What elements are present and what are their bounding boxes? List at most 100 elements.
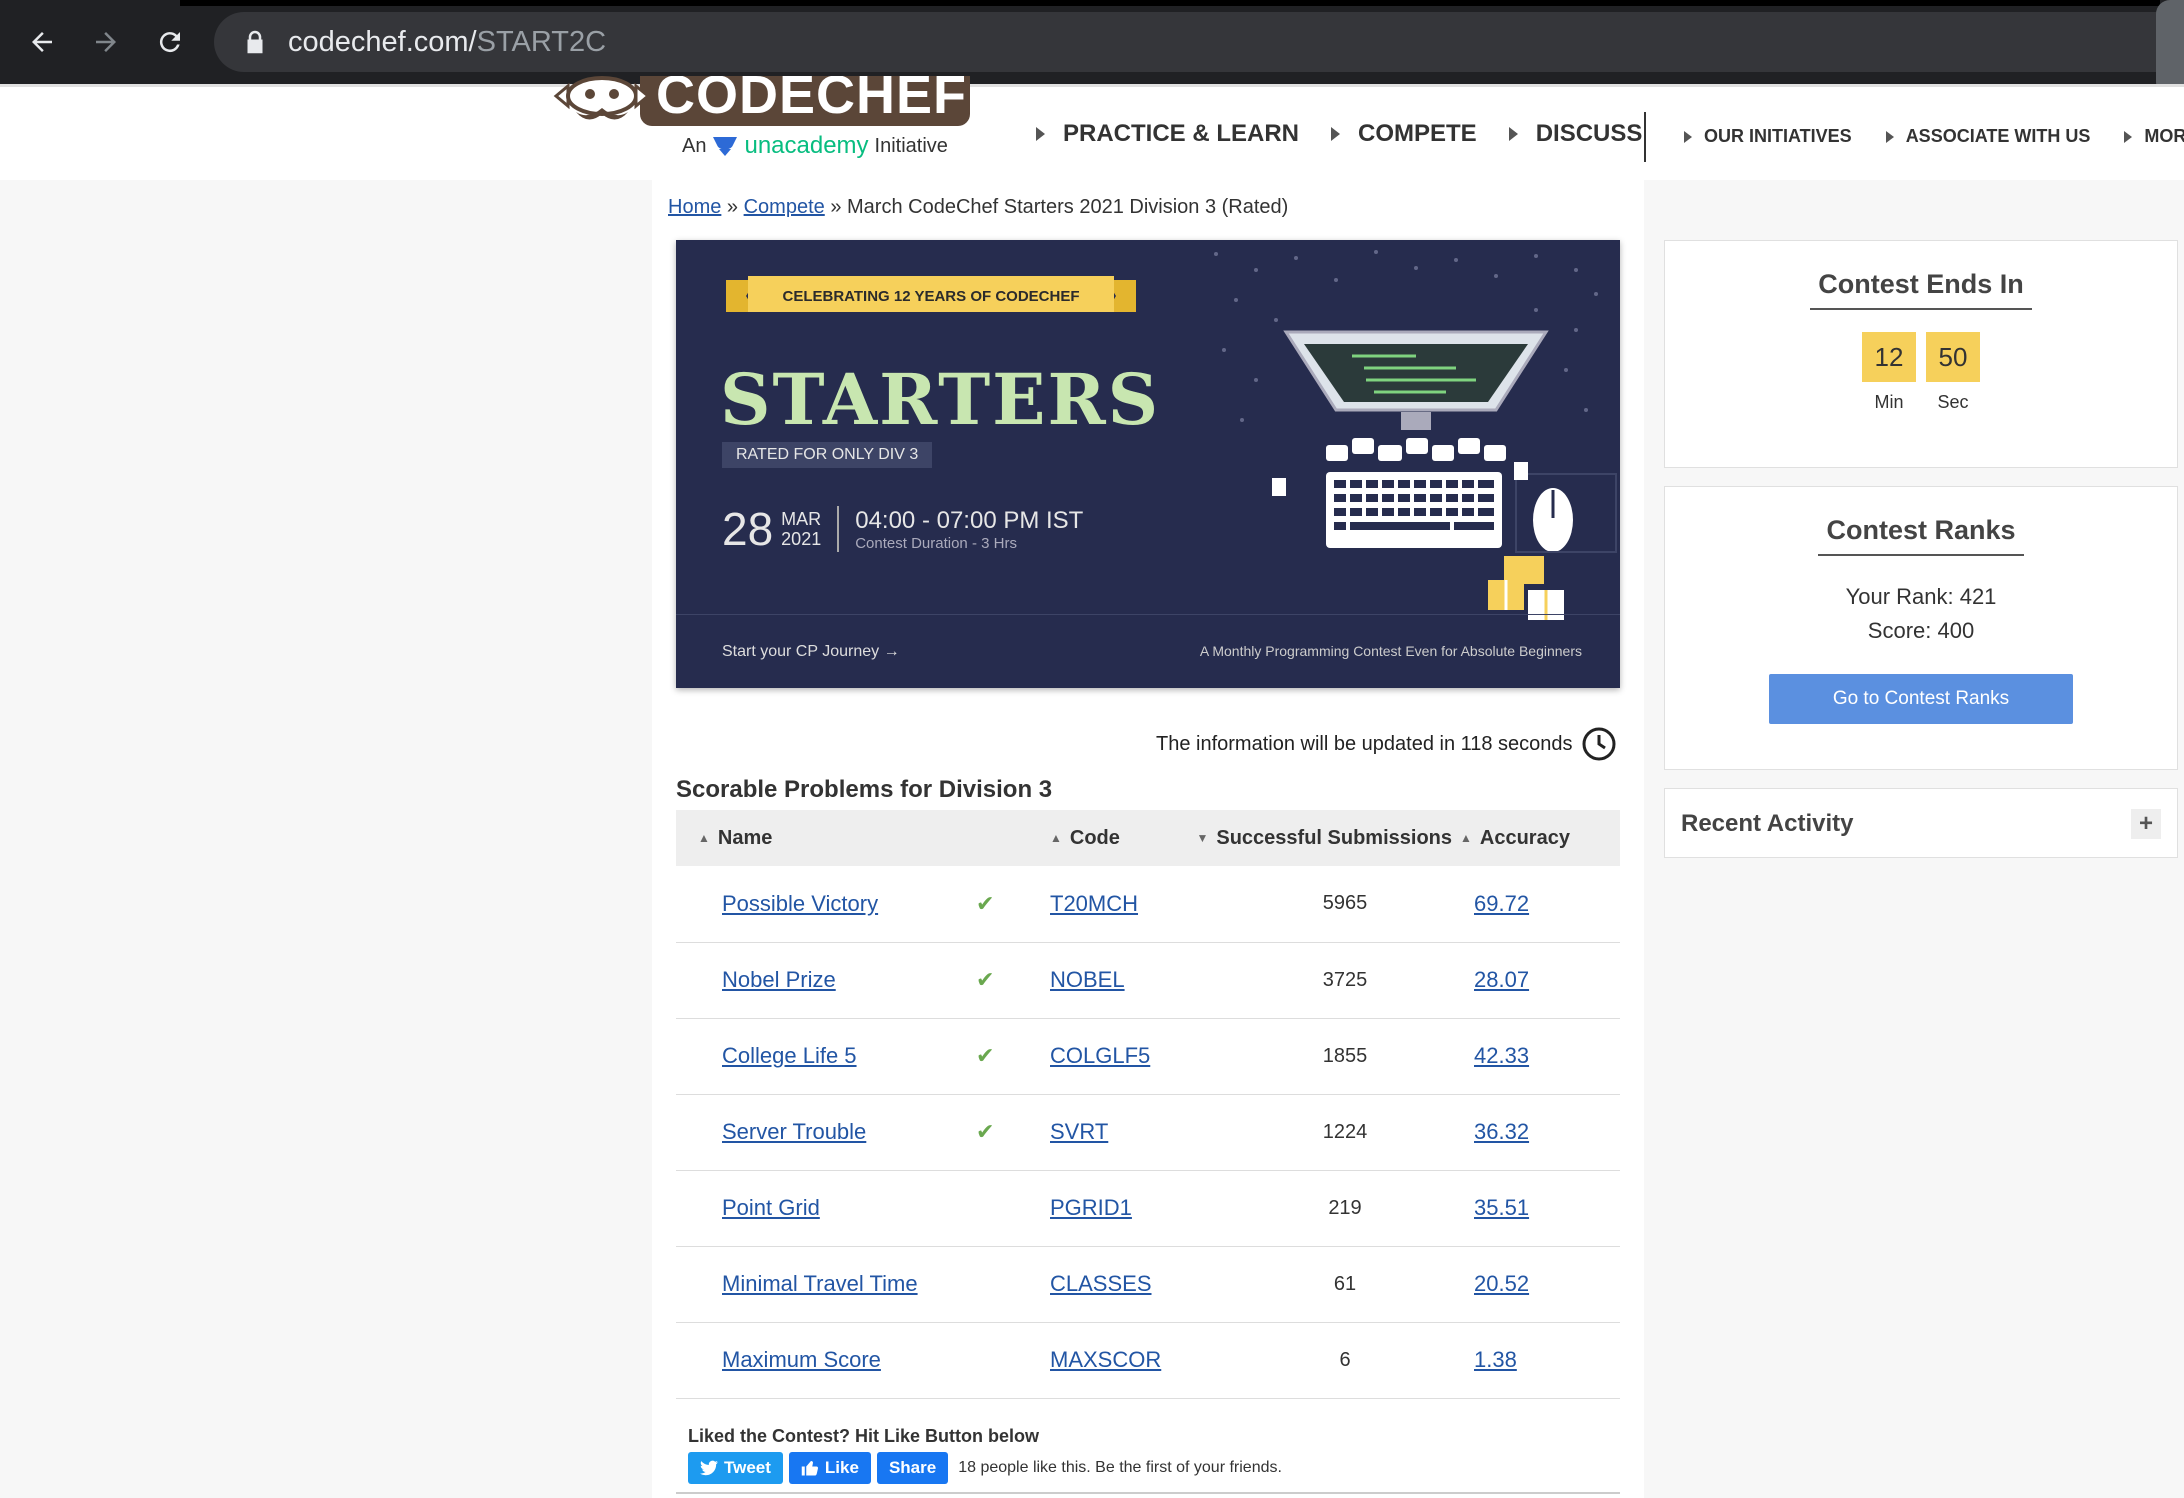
caret-right-icon: [2124, 130, 2133, 143]
accuracy-link[interactable]: 20.52: [1474, 1271, 1529, 1296]
solved-cell: [976, 1322, 1050, 1399]
logo-tagline: An unacademy Initiative: [682, 132, 948, 160]
nav-label: DISCUSS: [1535, 120, 1643, 147]
banner-day: 28: [722, 503, 774, 555]
go-to-contest-ranks-button[interactable]: Go to Contest Ranks: [1769, 674, 2073, 724]
problem-name-link[interactable]: Point Grid: [722, 1195, 820, 1220]
back-button[interactable]: [18, 18, 66, 66]
caret-right-icon: [1508, 127, 1518, 141]
problem-code-link[interactable]: CLASSES: [1050, 1271, 1152, 1296]
accuracy-link[interactable]: 28.07: [1474, 967, 1529, 992]
accuracy-link[interactable]: 42.33: [1474, 1043, 1529, 1068]
nav-more[interactable]: MORE: [2124, 126, 2184, 147]
accuracy-link[interactable]: 35.51: [1474, 1195, 1529, 1220]
seconds-label: Sec: [1937, 392, 1969, 412]
problem-name-link[interactable]: Minimal Travel Time: [722, 1271, 918, 1296]
accuracy-cell: 42.33: [1460, 1018, 1620, 1095]
nav-our-initiatives[interactable]: OUR INITIATIVES: [1684, 126, 1852, 147]
problem-name-cell: Maximum Score: [676, 1322, 976, 1399]
main-nav: PRACTICE & LEARN COMPETE DISCUSS: [1036, 120, 1674, 148]
breadcrumb-separator: »: [830, 196, 842, 218]
banner-ribbon-text: CELEBRATING 12 YEARS OF CODECHEF: [782, 287, 1080, 305]
checkmark-icon: ✔: [976, 890, 995, 916]
col-accuracy-header[interactable]: ▲︎ Accuracy: [1460, 810, 1620, 866]
accuracy-link[interactable]: 1.38: [1474, 1347, 1517, 1372]
problem-name-link[interactable]: Maximum Score: [722, 1347, 881, 1372]
breadcrumb-current: March CodeChef Starters 2021 Division 3 …: [847, 196, 1289, 218]
caret-right-icon: [1331, 127, 1341, 141]
breadcrumb-compete-link[interactable]: Compete: [744, 196, 825, 218]
problem-name-link[interactable]: College Life 5: [722, 1043, 857, 1068]
recent-activity-title: Recent Activity: [1681, 810, 1854, 837]
col-name-header[interactable]: ▲︎ Name: [676, 810, 976, 866]
sort-icon: ▲︎: [1050, 831, 1062, 846]
problem-name-cell: Server Trouble: [676, 1094, 976, 1171]
caret-right-icon: [1684, 130, 1692, 143]
twitter-bird-icon: [700, 1460, 718, 1476]
banner-tagline: A Monthly Programming Contest Even for A…: [1199, 643, 1582, 659]
nav-label: MORE: [2144, 126, 2184, 146]
contest-banner[interactable]: CELEBRATING 12 YEARS OF CODECHEF STARTER…: [676, 240, 1620, 688]
table-row: College Life 5 ✔ COLGLF5 1855 42.33: [676, 1018, 1620, 1095]
update-notice: The information will be updated in 118 s…: [1156, 726, 1617, 762]
solved-cell: ✔: [976, 942, 1050, 1019]
problem-name-link[interactable]: Server Trouble: [722, 1119, 866, 1144]
problem-code-link[interactable]: SVRT: [1050, 1119, 1108, 1144]
contest-timer-card: Contest Ends In 12 Min 50 Sec: [1664, 240, 2178, 468]
address-bar[interactable]: codechef.com/START2C: [214, 12, 2184, 72]
tweet-button[interactable]: Tweet: [688, 1452, 783, 1484]
header-label: Successful Submissions: [1216, 826, 1452, 849]
banner-journey-link[interactable]: Start your CP Journey →: [722, 643, 900, 661]
solved-cell: ✔: [976, 1094, 1050, 1171]
title-underline: [1818, 554, 2024, 556]
url-text: codechef.com/START2C: [288, 26, 606, 59]
col-submissions-header[interactable]: ▼ Successful Submissions: [1170, 810, 1460, 866]
share-label: Share: [888, 1458, 937, 1477]
nav-practice-learn[interactable]: PRACTICE & LEARN: [1036, 120, 1299, 148]
seconds-value: 50: [1926, 332, 1980, 382]
forward-button[interactable]: [82, 18, 130, 66]
banner-rated-badge: RATED FOR ONLY DIV 3: [722, 442, 933, 468]
profile-handle[interactable]: [2156, 0, 2184, 96]
problem-code-cell: T20MCH: [1050, 866, 1170, 943]
col-code-header[interactable]: ▲︎ Code: [1050, 810, 1170, 866]
checkmark-icon: ✔: [976, 1043, 995, 1068]
submissions-cell: 1224: [1170, 1094, 1460, 1171]
recent-activity-header[interactable]: Recent Activity +: [1665, 789, 2177, 859]
header-label: Name: [717, 826, 773, 849]
accuracy-link[interactable]: 36.32: [1474, 1119, 1529, 1144]
problems-table: ▲︎ Name ▲︎ Code ▼ Successful Submissions ▲︎…: [676, 810, 1620, 1399]
timer-minutes: 12 Min: [1862, 332, 1916, 413]
sort-icon: ▲︎: [698, 831, 710, 846]
problem-name-link[interactable]: Possible Victory: [722, 891, 878, 916]
breadcrumb-home-link[interactable]: Home: [668, 196, 721, 218]
col-solved-header: [976, 810, 1050, 866]
submissions-cell: 1855: [1170, 1018, 1460, 1095]
accuracy-link[interactable]: 69.72: [1474, 891, 1529, 916]
problem-code-cell: NOBEL: [1050, 942, 1170, 1019]
problem-code-link[interactable]: COLGLF5: [1050, 1043, 1150, 1068]
facebook-like-button[interactable]: Like: [788, 1452, 871, 1484]
problem-code-link[interactable]: MAXSCOR: [1050, 1347, 1161, 1372]
table-row: Minimal Travel Time CLASSES 61 20.52: [676, 1246, 1620, 1323]
nav-discuss[interactable]: DISCUSS: [1508, 120, 1643, 148]
banner-time-block: 04:00 - 07:00 PM IST Contest Duration - 3…: [855, 507, 1083, 552]
reload-button[interactable]: [146, 18, 194, 66]
expand-plus-icon[interactable]: +: [2131, 809, 2161, 839]
problem-code-link[interactable]: NOBEL: [1050, 967, 1125, 992]
submissions-cell: 5965: [1170, 866, 1460, 943]
table-row: Point Grid PGRID1 219 35.51: [676, 1170, 1620, 1247]
facebook-share-button[interactable]: Share: [876, 1452, 949, 1484]
problem-name-link[interactable]: Nobel Prize: [722, 967, 836, 992]
problem-code-cell: CLASSES: [1050, 1246, 1170, 1323]
codechef-logo[interactable]: CODECHEF An unacademy Initiative: [552, 76, 972, 166]
nav-compete[interactable]: COMPETE: [1331, 120, 1477, 148]
problem-code-link[interactable]: PGRID1: [1050, 1195, 1132, 1220]
title-underline: [1810, 308, 2032, 310]
lock-icon: [247, 30, 263, 54]
nav-label: ASSOCIATE WITH US: [1905, 126, 2091, 146]
nav-associate-with-us[interactable]: ASSOCIATE WITH US: [1885, 126, 2091, 147]
accuracy-cell: 1.38: [1460, 1322, 1620, 1399]
breadcrumb-separator: »: [726, 196, 739, 218]
problem-code-link[interactable]: T20MCH: [1050, 891, 1138, 916]
